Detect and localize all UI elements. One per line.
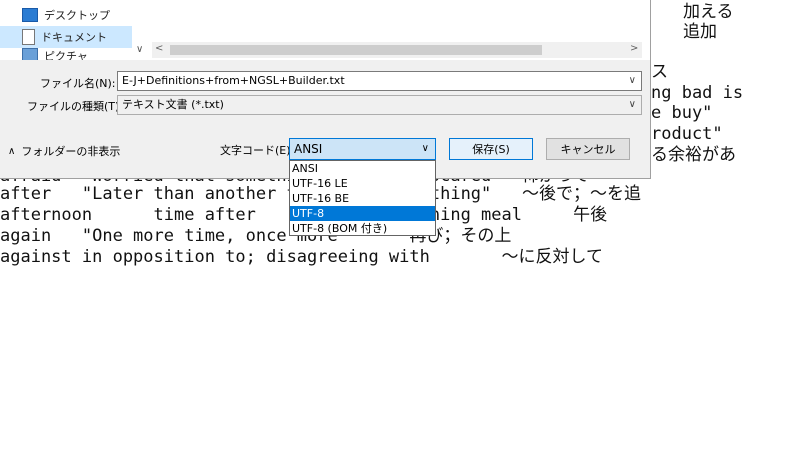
tree-item-pictures[interactable]: ピクチャ <box>22 48 142 60</box>
chevron-down-icon[interactable]: ∨ <box>629 96 636 114</box>
encoding-option-utf8[interactable]: UTF-8 <box>290 206 435 221</box>
editor-line: ス <box>651 62 668 82</box>
encoding-select[interactable]: ANSI ∨ <box>289 138 436 160</box>
hide-folders-label: フォルダーの非表示 <box>21 145 121 158</box>
encoding-option-utf8-bom[interactable]: UTF-8 (BOM 付き) <box>290 221 435 236</box>
save-as-dialog: デスクトップ ドキュメント ピクチャ ∨ < > ファイル名(N): E-J+D… <box>0 0 651 179</box>
editor-line: 追加 <box>683 22 717 42</box>
filename-value: E-J+Definitions+from+NGSL+Builder.txt <box>122 74 345 87</box>
tree-item-label: ドキュメント <box>41 31 107 44</box>
filename-input[interactable]: E-J+Definitions+from+NGSL+Builder.txt ∨ <box>117 71 642 91</box>
scroll-right-icon[interactable]: > <box>630 43 638 54</box>
tree-item-documents[interactable]: ドキュメント <box>0 26 132 48</box>
horizontal-scrollbar[interactable]: < > <box>152 42 642 58</box>
encoding-label: 文字コード(E): <box>220 144 295 157</box>
editor-line: against in opposition to; disagreeing wi… <box>0 247 603 267</box>
scroll-left-icon[interactable]: < <box>155 43 163 54</box>
folder-tree: デスクトップ ドキュメント ピクチャ ∨ <box>0 0 149 60</box>
filetype-select[interactable]: テキスト文書 (*.txt) ∨ <box>117 95 642 115</box>
editor-line: 加える <box>683 2 734 22</box>
hide-folders-toggle[interactable]: ∧ フォルダーの非表示 <box>8 143 120 159</box>
documents-icon <box>22 29 35 45</box>
cancel-button-label: キャンセル <box>560 143 616 156</box>
pictures-icon <box>22 48 38 60</box>
desktop-icon <box>22 8 38 22</box>
editor-line: e buy" <box>651 103 713 123</box>
editor-line: ng bad is <box>651 83 744 103</box>
scroll-down-icon[interactable]: ∨ <box>136 44 143 55</box>
chevron-down-icon[interactable]: ∨ <box>629 72 636 90</box>
save-button[interactable]: 保存(S) <box>449 138 533 160</box>
encoding-selected-value: ANSI <box>294 142 323 156</box>
chevron-up-icon: ∧ <box>8 145 16 157</box>
filename-label: ファイル名(N): <box>40 77 116 90</box>
scrollbar-thumb[interactable] <box>170 45 542 55</box>
tree-item-label: デスクトップ <box>44 9 110 22</box>
cancel-button[interactable]: キャンセル <box>546 138 630 160</box>
chevron-down-icon: ∨ <box>421 143 429 154</box>
editor-line: る余裕があ <box>651 145 736 165</box>
editor-line: roduct" <box>651 124 723 144</box>
save-button-label: 保存(S) <box>472 143 510 156</box>
tree-item-desktop[interactable]: デスクトップ <box>22 4 142 26</box>
encoding-option-ansi[interactable]: ANSI <box>290 161 435 176</box>
filetype-value: テキスト文書 (*.txt) <box>122 98 224 111</box>
filetype-label: ファイルの種類(T): <box>27 100 124 113</box>
tree-item-label: ピクチャ <box>44 50 88 60</box>
encoding-options-list: ANSI UTF-16 LE UTF-16 BE UTF-8 UTF-8 (BO… <box>289 160 436 236</box>
encoding-option-utf16be[interactable]: UTF-16 BE <box>290 191 435 206</box>
encoding-option-utf16le[interactable]: UTF-16 LE <box>290 176 435 191</box>
